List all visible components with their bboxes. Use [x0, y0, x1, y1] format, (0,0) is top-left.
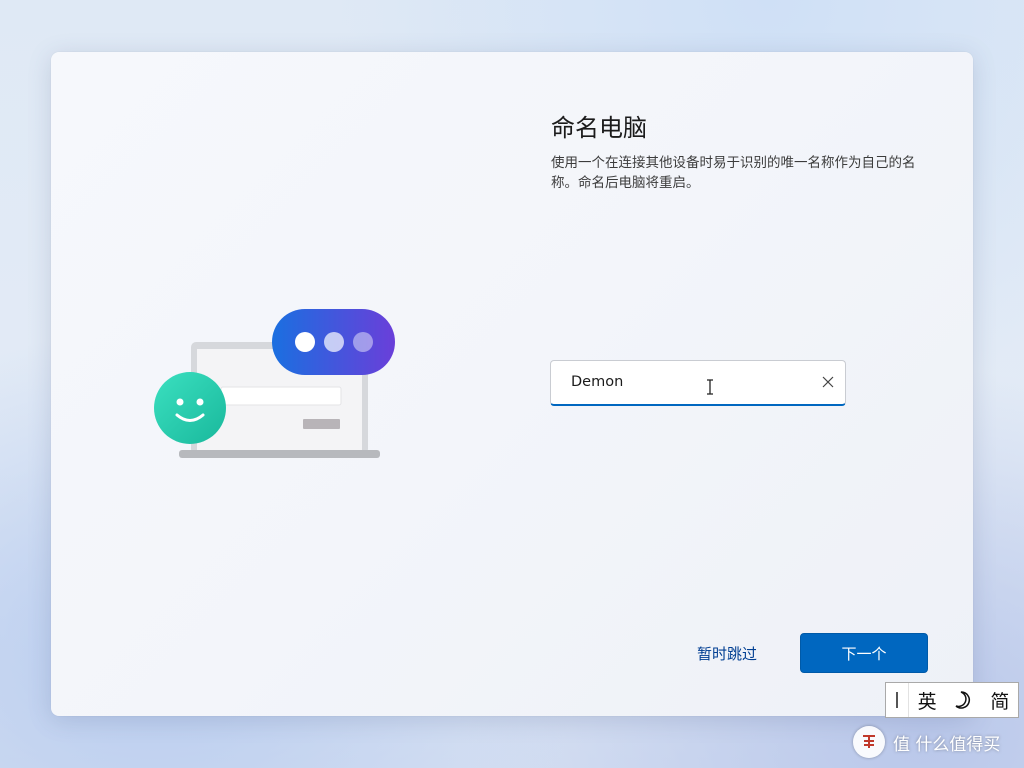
text-cursor-icon [707, 379, 713, 395]
page-description: 使用一个在连接其他设备时易于识别的唯一名称作为自己的名称。命名后电脑将重启。 [551, 155, 916, 191]
ime-half-width-toggle[interactable] [945, 683, 981, 717]
chat-bubble-icon [272, 309, 395, 375]
pc-name-field[interactable] [550, 360, 846, 406]
ime-language-toggle[interactable]: 英 [909, 683, 945, 717]
skip-for-now-button[interactable]: 暂时跳过 [681, 634, 773, 672]
clear-button[interactable] [817, 371, 839, 393]
watermark: 值 什么值得买 [853, 724, 1000, 760]
pc-name-illustration [154, 309, 395, 458]
watermark-text: 值 什么值得买 [893, 734, 1001, 755]
ime-handle-icon[interactable] [886, 683, 909, 717]
setup-dialog: 命名电脑 使用一个在连接其他设备时易于识别的唯一名称作为自己的名称。命名后电脑将… [51, 52, 973, 716]
page-title: 命名电脑 [551, 114, 647, 142]
pc-name-input[interactable] [571, 371, 771, 393]
ime-mode-toggle[interactable]: 简 [982, 683, 1018, 717]
watermark-logo-icon [853, 726, 885, 758]
ime-toolbar[interactable]: 英 简 [885, 682, 1019, 718]
smiley-face-icon [154, 372, 226, 444]
half-width-moon-icon [955, 691, 971, 709]
close-icon [822, 376, 834, 388]
next-button[interactable]: 下一个 [800, 633, 928, 673]
